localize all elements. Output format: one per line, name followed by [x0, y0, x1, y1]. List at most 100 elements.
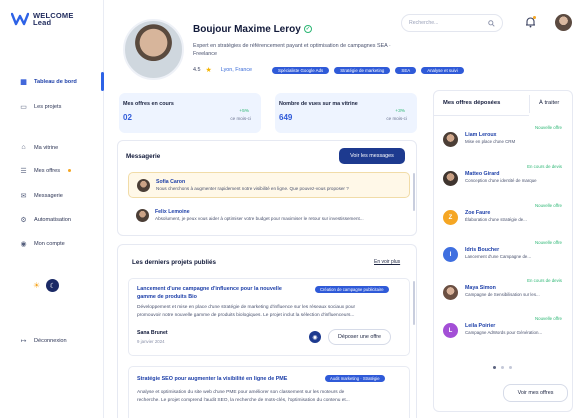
offer-item[interactable]: L Nouvelle offre Leila Poirier Campagne … [443, 316, 568, 344]
stat-delta: +5% [239, 109, 249, 114]
profile-name: Boujour Maxime Leroy ✓ [193, 24, 312, 35]
user-icon: ◉ [20, 240, 27, 248]
project-date: 9 janvier 2024 [137, 339, 165, 344]
see-more-link[interactable]: En voir plus [374, 259, 400, 265]
logout-icon: ↦ [20, 337, 27, 345]
tab-divider [434, 115, 529, 116]
nav-item-label: Tableau de bord [34, 78, 77, 85]
nav-item-dashboard[interactable]: ▦ Tableau de bord [20, 78, 77, 86]
nav-item-compte[interactable]: ◉ Mon compte [20, 240, 65, 248]
skill-chip: Analyse et suivi [421, 66, 464, 74]
stat-label: Nombre de vues sur ma vitrine [279, 101, 358, 107]
nav-item-automatisation[interactable]: ⚙ Automatisation [20, 216, 71, 224]
moon-icon[interactable]: ☾ [46, 279, 60, 292]
skill-chip: Spécialiste Google Ads [272, 66, 330, 74]
offer-status: Nouvelle offre [534, 203, 562, 208]
message-preview: Nous cherchons à augmenter rapidement no… [156, 186, 349, 191]
scrollbar[interactable] [413, 173, 415, 211]
sun-icon[interactable]: ☀ [33, 281, 40, 290]
offer-item[interactable]: Nouvelle offre Liam Leroux Mise en place… [443, 125, 568, 153]
nav-item-offres[interactable]: ☰ Mes offres [20, 167, 72, 175]
stat-value: 02 [123, 113, 132, 122]
search-input[interactable]: Recherche... [401, 14, 503, 32]
offer-desc: Élaboration d'une stratégie de... [465, 217, 527, 222]
offer-status: En cours de devis [527, 278, 562, 283]
stat-label: Mes offres en cours [123, 101, 174, 107]
user-avatar[interactable] [555, 14, 572, 31]
avatar: I [443, 247, 458, 262]
offer-desc: Campagne de Sensibilisation sur les... [465, 292, 540, 297]
carousel-pagination[interactable] [493, 366, 512, 369]
scrollbar[interactable] [413, 281, 415, 325]
project-item[interactable]: Stratégie SEO pour augmenter la visibili… [128, 366, 410, 418]
star-icon: ★ [205, 67, 212, 74]
logout-button[interactable]: ↦ Déconnexion [20, 337, 67, 345]
message-sender: Sofia Caron [156, 179, 186, 185]
nav-item-label: Mon compte [34, 240, 65, 247]
message-sender: Felix Lemoine [155, 209, 190, 215]
offer-item[interactable]: I Nouvelle offre Idris Boucher Lancement… [443, 240, 568, 268]
brand-logo[interactable]: WELCOME Lead [11, 12, 74, 26]
project-description: Analyse et optimisation du site web d'un… [137, 390, 350, 403]
projects-title: Les derniers projets publiés [132, 259, 216, 266]
nav-item-label: Ma vitrine [34, 144, 59, 151]
stat-sub: ce mois-ci [386, 116, 407, 121]
offer-item[interactable]: Z Nouvelle offre Zoe Faure Élaboration d… [443, 203, 568, 231]
messagerie-title: Messagerie [126, 153, 161, 160]
avatar [443, 285, 458, 300]
message-item[interactable]: Sofia Caron Nous cherchons à augmenter r… [128, 172, 410, 198]
offer-desc: Mise en place d'une CRM [465, 139, 516, 144]
project-title: Stratégie SEO pour augmenter la visibili… [137, 376, 288, 382]
avatar: Z [443, 210, 458, 225]
avatar: L [443, 323, 458, 338]
nav-item-projects[interactable]: ▭ Les projets [20, 103, 61, 111]
offer-name: Idris Boucher [465, 247, 500, 253]
logo-icon [11, 12, 29, 26]
offer-status: Nouvelle offre [534, 125, 562, 130]
page-dot[interactable] [501, 366, 504, 369]
offer-desc: Lancement d'une Campagne de... [465, 254, 532, 259]
search-placeholder: Recherche... [409, 20, 439, 26]
view-my-offers-button[interactable]: Voir mes offres [503, 384, 568, 402]
message-item[interactable]: Felix Lemoine Absolument, je peux vous a… [128, 202, 410, 228]
verified-icon: ✓ [303, 25, 312, 34]
nav-item-label: Mes offres [34, 167, 61, 174]
avatar [136, 208, 149, 222]
stat-card-offres: Mes offres en cours 02 +5% ce mois-ci [119, 93, 261, 133]
search-icon[interactable] [488, 19, 495, 27]
tab-a-traiter[interactable]: À traiter [529, 95, 574, 113]
page-dot[interactable] [493, 366, 496, 369]
offer-name: Leila Poirier [465, 323, 496, 329]
offer-status: Nouvelle offre [534, 316, 562, 321]
project-author: Sana Brunet [137, 330, 168, 336]
offer-status: En cours de devis [527, 164, 562, 169]
view-messages-button[interactable]: Voir les messages [339, 148, 405, 164]
folder-icon: ▭ [20, 103, 27, 111]
stat-value: 649 [279, 113, 293, 122]
offer-item[interactable]: En cours de devis Matteo Girard Concepti… [443, 164, 568, 192]
tab-mes-offres[interactable]: Mes offres déposées [443, 100, 500, 106]
gear-icon: ⚙ [20, 216, 27, 224]
eye-icon[interactable]: ◉ [309, 331, 321, 343]
profile-location: Lyon, France [220, 67, 253, 73]
message-preview: Absolument, je peux vous aider à optimis… [155, 216, 364, 221]
stat-sub: ce mois-ci [230, 116, 251, 121]
offers-panel: Mes offres déposées À traiter Nouvelle o… [433, 90, 573, 412]
nav-item-vitrine[interactable]: ⌂ Ma vitrine [20, 144, 58, 151]
logout-label: Déconnexion [34, 337, 67, 344]
sidebar: WELCOME Lead ▦ Tableau de bord ▭ Les pro… [0, 0, 104, 418]
profile-avatar [123, 19, 184, 80]
offer-name: Zoe Faure [465, 210, 491, 216]
page-dot[interactable] [509, 366, 512, 369]
nav-item-messagerie[interactable]: ✉ Messagerie [20, 192, 63, 200]
nav-item-label: Messagerie [34, 192, 63, 199]
project-item[interactable]: Lancement d'une campagne d'influence pou… [128, 278, 410, 356]
offer-item[interactable]: En cours de devis Maya Simon Campagne de… [443, 278, 568, 306]
list-icon: ☰ [20, 167, 27, 175]
offer-name: Matteo Girard [465, 171, 500, 177]
new-badge [68, 169, 72, 172]
theme-toggle[interactable]: ☀ ☾ [33, 279, 60, 292]
chat-icon: ✉ [20, 192, 27, 200]
submit-offer-button[interactable]: Déposer une offre [328, 329, 391, 345]
bell-icon[interactable] [525, 16, 537, 28]
